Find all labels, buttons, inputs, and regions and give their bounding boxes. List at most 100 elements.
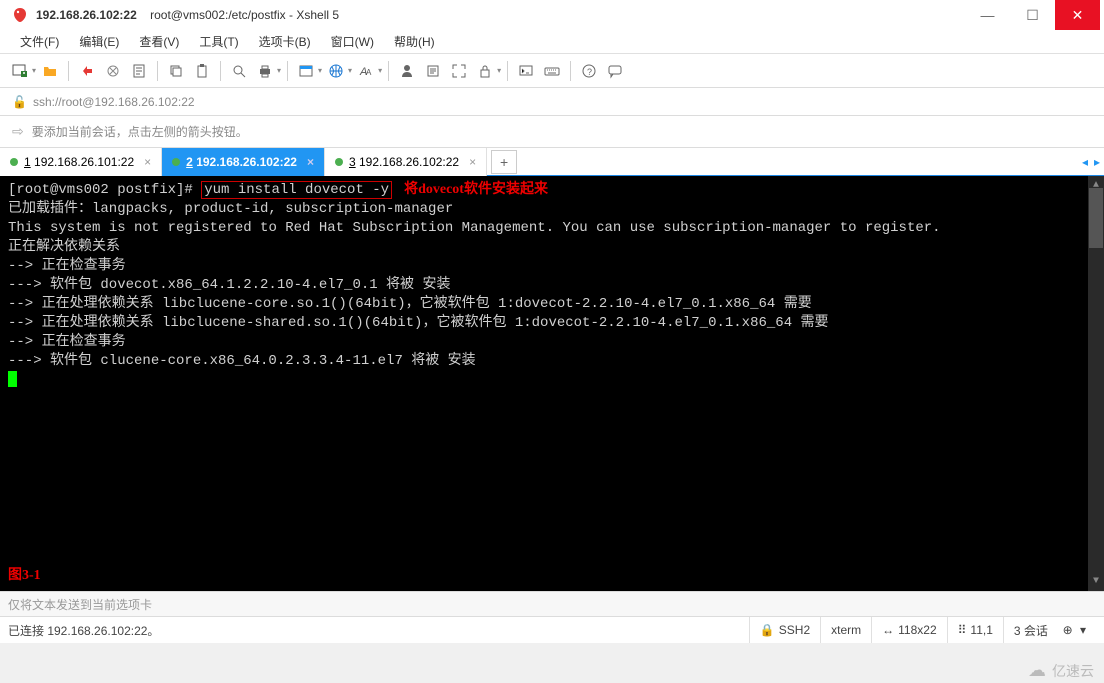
print-button[interactable]: [253, 59, 277, 83]
terminal-line: --> 正在检查事务: [8, 257, 1096, 276]
lock-button[interactable]: [473, 59, 497, 83]
help-icon-button[interactable]: ?: [577, 59, 601, 83]
menu-edit[interactable]: 编辑(E): [71, 31, 127, 52]
minimize-button[interactable]: —: [965, 0, 1010, 30]
sessions-plus-icon[interactable]: ⊕: [1063, 623, 1073, 637]
status-protocol: 🔒SSH2: [749, 617, 820, 643]
find-button[interactable]: [227, 59, 251, 83]
terminal[interactable]: [root@vms002 postfix]# yum install dovec…: [0, 176, 1104, 591]
tab-label: 3 192.168.26.102:22: [349, 155, 459, 169]
properties-button[interactable]: [127, 59, 151, 83]
cloud-icon: ☁: [1028, 660, 1046, 681]
svg-text:?: ?: [587, 67, 592, 77]
tab-label: 2 192.168.26.102:22: [186, 155, 297, 169]
dropdown-icon[interactable]: ▾: [277, 66, 281, 75]
dropdown-icon[interactable]: ▾: [318, 66, 322, 75]
terminal-prompt-line: [root@vms002 postfix]# yum install dovec…: [8, 180, 1096, 200]
menu-tabs[interactable]: 选项卡(B): [251, 31, 319, 52]
tab-add-button[interactable]: +: [491, 150, 517, 174]
separator: [570, 61, 571, 81]
terminal-line: 正在解决依赖关系: [8, 238, 1096, 257]
window-controls: — ☐ ✕: [965, 0, 1100, 30]
color-scheme-button[interactable]: [294, 59, 318, 83]
separator: [68, 61, 69, 81]
separator: [507, 61, 508, 81]
titlebar: 192.168.26.102:22 root@vms002:/etc/postf…: [0, 0, 1104, 30]
terminal-line: ---> 软件包 clucene-core.x86_64.0.2.3.3.4-1…: [8, 352, 1096, 371]
dropdown-icon[interactable]: ▾: [32, 66, 36, 75]
lock-small-icon: 🔒: [760, 623, 775, 637]
separator: [287, 61, 288, 81]
dropdown-icon[interactable]: ▾: [348, 66, 352, 75]
feedback-button[interactable]: [603, 59, 627, 83]
status-size: ↔118x22: [871, 617, 946, 643]
maximize-button[interactable]: ☐: [1010, 0, 1055, 30]
dropdown-icon[interactable]: ▾: [378, 66, 382, 75]
addressbar: 🔓 ssh://root@192.168.26.102:22: [0, 88, 1104, 116]
watermark: ☁ 亿速云: [1028, 660, 1094, 681]
local-shell-button[interactable]: [514, 59, 538, 83]
arrow-icon[interactable]: ⇨: [12, 123, 24, 140]
new-tab-button[interactable]: [8, 59, 32, 83]
fullscreen-button[interactable]: [447, 59, 471, 83]
terminal-cursor: [8, 371, 17, 387]
hint-text: 要添加当前会话，点击左侧的箭头按钮。: [32, 123, 248, 140]
terminal-line: This system is not registered to Red Hat…: [8, 219, 1096, 238]
tab-close-icon[interactable]: ×: [307, 155, 314, 169]
tab-3[interactable]: 3 192.168.26.102:22 ×: [325, 148, 487, 176]
hintbar: ⇨ 要添加当前会话，点击左侧的箭头按钮。: [0, 116, 1104, 148]
terminal-scrollbar[interactable]: ▲ ▼: [1088, 176, 1104, 591]
menubar: 文件(F) 编辑(E) 查看(V) 工具(T) 选项卡(B) 窗口(W) 帮助(…: [0, 30, 1104, 54]
user-button[interactable]: [395, 59, 419, 83]
resize-icon: ↔: [882, 623, 894, 637]
tab-nav: ◂ ▸: [1082, 155, 1100, 169]
reconnect-button[interactable]: [75, 59, 99, 83]
tab-next-icon[interactable]: ▸: [1094, 155, 1100, 169]
tab-close-icon[interactable]: ×: [144, 155, 151, 169]
send-line[interactable]: 仅将文本发送到当前选项卡: [0, 591, 1104, 617]
status-dot-icon: [335, 158, 343, 166]
tab-label: 1 192.168.26.101:22: [24, 155, 134, 169]
figure-label: 图3-1: [8, 566, 41, 585]
send-placeholder: 仅将文本发送到当前选项卡: [8, 596, 152, 613]
menu-tools[interactable]: 工具(T): [191, 31, 246, 52]
tab-1[interactable]: 1 192.168.26.101:22 ×: [0, 148, 162, 176]
tab-prev-icon[interactable]: ◂: [1082, 155, 1088, 169]
keyboard-button[interactable]: [540, 59, 564, 83]
terminal-line: 已加载插件：langpacks, product-id, subscriptio…: [8, 200, 1096, 219]
statusbar: 已连接 192.168.26.102:22。 🔒SSH2 xterm ↔118x…: [0, 617, 1104, 643]
highlighted-command: yum install dovecot -y: [201, 181, 392, 199]
script-button[interactable]: [421, 59, 445, 83]
terminal-line: ---> 软件包 dovecot.x86_64.1.2.2.10-4.el7_0…: [8, 276, 1096, 295]
menu-view[interactable]: 查看(V): [131, 31, 187, 52]
close-button[interactable]: ✕: [1055, 0, 1100, 30]
menu-help[interactable]: 帮助(H): [386, 31, 443, 52]
window-title: 192.168.26.102:22 root@vms002:/etc/postf…: [36, 8, 965, 22]
tabbar: 1 192.168.26.101:22 × 2 192.168.26.102:2…: [0, 148, 1104, 176]
separator: [157, 61, 158, 81]
font-button[interactable]: AA: [354, 59, 378, 83]
disconnect-button[interactable]: [101, 59, 125, 83]
dropdown-icon[interactable]: ▾: [497, 66, 501, 75]
menu-window[interactable]: 窗口(W): [323, 31, 382, 52]
status-dot-icon: [172, 158, 180, 166]
status-sessions: 3 会话 ⊕ ▾: [1003, 617, 1096, 643]
scroll-thumb[interactable]: [1089, 188, 1103, 248]
address-url[interactable]: ssh://root@192.168.26.102:22: [33, 95, 195, 109]
paste-button[interactable]: [190, 59, 214, 83]
menu-file[interactable]: 文件(F): [12, 31, 67, 52]
app-icon: [12, 7, 28, 23]
status-dot-icon: [10, 158, 18, 166]
tab-2[interactable]: 2 192.168.26.102:22 ×: [162, 148, 325, 176]
scroll-down-icon[interactable]: ▼: [1088, 572, 1104, 591]
terminal-line: --> 正在处理依赖关系 libclucene-core.so.1()(64bi…: [8, 295, 1096, 314]
status-connected: 已连接 192.168.26.102:22。: [8, 622, 749, 639]
encoding-button[interactable]: [324, 59, 348, 83]
svg-text:A: A: [366, 68, 372, 77]
copy-button[interactable]: [164, 59, 188, 83]
annotation: 将dovecot软件安装起来: [404, 182, 548, 197]
lock-icon: 🔓: [12, 95, 27, 109]
toolbar: ▾ ▾ ▾ ▾ AA▾ ▾ ?: [0, 54, 1104, 88]
tab-close-icon[interactable]: ×: [469, 155, 476, 169]
open-button[interactable]: [38, 59, 62, 83]
